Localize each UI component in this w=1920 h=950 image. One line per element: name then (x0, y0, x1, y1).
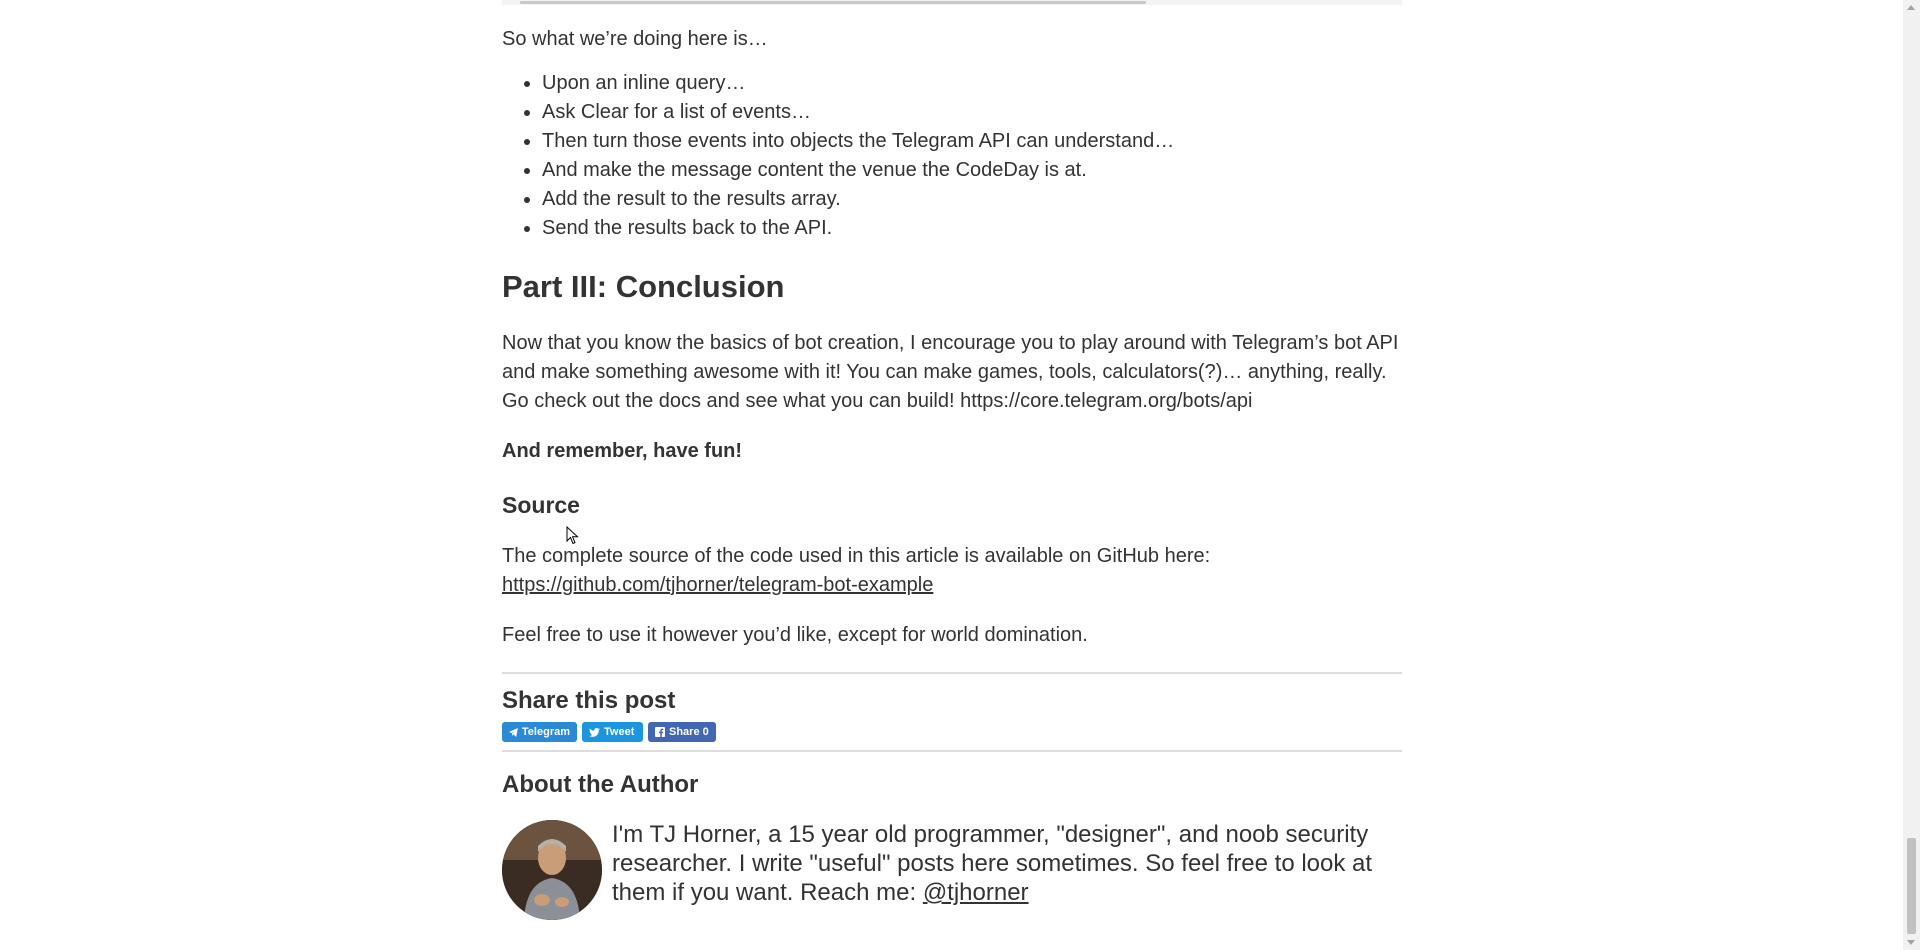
facebook-share-button[interactable]: Share 0 (648, 722, 716, 742)
list-item: Add the result to the results array. (542, 185, 1402, 214)
source-text: The complete source of the code used in … (502, 545, 1211, 567)
tweet-label: Tweet (604, 726, 635, 738)
intro-text: So what we’re doing here is… (502, 28, 768, 50)
list-item: Send the results back to the API. (542, 214, 1402, 243)
share-title: Share this post (502, 687, 676, 714)
facebook-icon (655, 727, 665, 737)
github-link[interactable]: https://github.com/tjhorner/telegram-bot… (502, 574, 933, 596)
source-heading: Source (502, 492, 580, 518)
author-avatar (502, 820, 602, 920)
tweet-button[interactable]: Tweet (582, 722, 643, 742)
source-paragraph: The complete source of the code used in … (502, 542, 1402, 600)
list-item: Then turn those events into objects the … (542, 127, 1402, 156)
divider (502, 750, 1402, 752)
mouse-cursor-icon (566, 526, 579, 545)
list-item: Upon an inline query… (542, 69, 1402, 98)
avatar-photo (502, 820, 602, 920)
author-bio: I'm TJ Horner, a 15 year old programmer,… (612, 820, 1402, 907)
article-body: So what we’re doing here is… Upon an inl… (502, 0, 1402, 920)
list-item: Ask Clear for a list of events… (542, 98, 1402, 127)
conclusion-paragraph: Now that you know the basics of bot crea… (502, 332, 1399, 412)
author-handle-link[interactable]: @tjhorner (923, 879, 1029, 906)
have-fun-text: And remember, have fun! (502, 440, 743, 462)
telegram-share-button[interactable]: Telegram (502, 722, 577, 742)
scroll-up-arrow-icon[interactable] (1907, 5, 1915, 10)
divider (502, 672, 1402, 674)
list-item: And make the message content the venue t… (542, 156, 1402, 185)
conclusion-heading: Part III: Conclusion (502, 269, 785, 304)
share-buttons: Telegram Tweet Share 0 (502, 722, 1402, 742)
telegram-icon (509, 727, 518, 737)
page-scrollbar[interactable] (1903, 0, 1920, 950)
author-card: I'm TJ Horner, a 15 year old programmer,… (502, 820, 1402, 920)
about-author-title: About the Author (502, 771, 699, 798)
telegram-share-label: Telegram (521, 726, 570, 738)
steps-list: Upon an inline query… Ask Clear for a li… (502, 69, 1402, 243)
page-scrollbar-thumb[interactable] (1907, 838, 1916, 934)
twitter-bird-icon (589, 727, 600, 737)
usage-note: Feel free to use it however you’d like, … (502, 624, 1088, 646)
facebook-share-label: Share 0 (669, 726, 709, 738)
scroll-down-arrow-icon[interactable] (1907, 940, 1915, 945)
